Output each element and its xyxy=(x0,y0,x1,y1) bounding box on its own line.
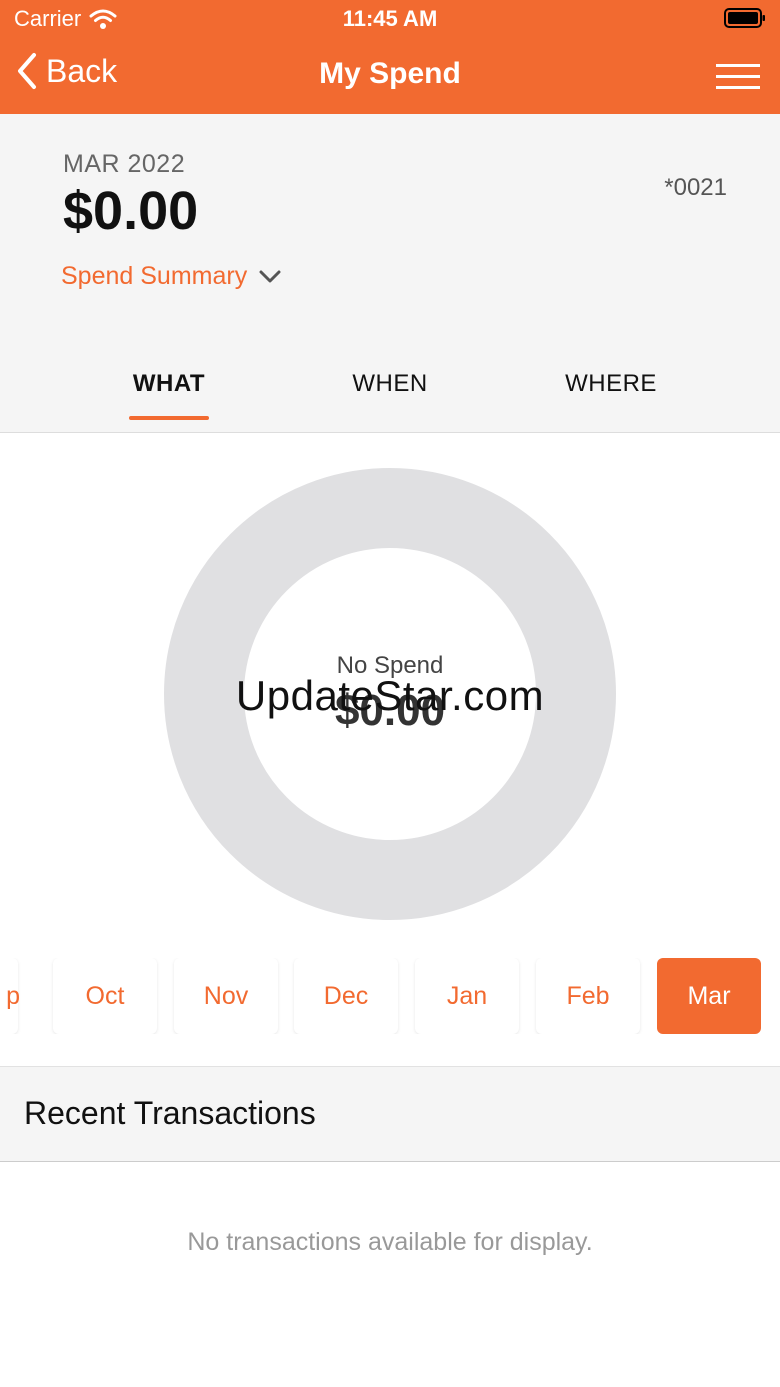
spend-summary-dropdown[interactable]: Spend Summary xyxy=(61,262,281,291)
month-label: Oct xyxy=(85,981,125,1010)
status-time: 11:45 AM xyxy=(342,6,438,31)
month-item-jan[interactable]: Jan xyxy=(415,958,519,1034)
chevron-down-icon xyxy=(259,270,281,282)
hamburger-menu-icon[interactable] xyxy=(716,64,760,90)
month-item-nov[interactable]: Nov xyxy=(174,958,278,1034)
month-label: Feb xyxy=(566,981,610,1010)
account-number: *0021 xyxy=(664,174,727,201)
month-label: p xyxy=(6,982,20,1010)
total-amount: $0.00 xyxy=(63,181,199,241)
month-item-oct[interactable]: Oct xyxy=(53,958,157,1034)
tab-bar: WHAT WHEN WHERE xyxy=(0,366,780,432)
period-label: MAR 2022 xyxy=(63,150,186,178)
tab-active-indicator xyxy=(129,416,209,420)
tab-what[interactable]: WHAT xyxy=(109,370,229,420)
month-label: Mar xyxy=(687,981,731,1010)
month-label: Dec xyxy=(323,981,369,1010)
tab-when[interactable]: WHEN xyxy=(330,370,450,398)
month-item-feb[interactable]: Feb xyxy=(536,958,640,1034)
recent-transactions-header: Recent Transactions xyxy=(0,1066,780,1162)
month-item-dec[interactable]: Dec xyxy=(294,958,398,1034)
watermark: UpdateStar.com xyxy=(235,672,545,719)
tab-where[interactable]: WHERE xyxy=(546,370,676,398)
tab-where-label: WHERE xyxy=(565,370,657,397)
recent-transactions-title: Recent Transactions xyxy=(24,1095,316,1131)
month-selector: p Oct Nov Dec Jan Feb Mar xyxy=(0,958,780,1034)
month-label: Nov xyxy=(203,981,249,1010)
spend-summary-panel: MAR 2022 $0.00 *0021 Spend Summary WHAT … xyxy=(0,114,780,433)
spend-summary-label: Spend Summary xyxy=(61,262,248,290)
battery-icon xyxy=(724,8,765,28)
month-label: Jan xyxy=(446,981,488,1010)
tab-when-label: WHEN xyxy=(352,370,428,397)
month-item-sep[interactable]: p xyxy=(0,958,20,1034)
page-title: My Spend xyxy=(319,57,461,90)
tab-what-label: WHAT xyxy=(132,370,206,397)
empty-transactions-message: No transactions available for display. xyxy=(187,1228,593,1256)
month-item-mar[interactable]: Mar xyxy=(657,958,761,1034)
top-bar: Carrier 11:45 AM Back My Spend xyxy=(0,0,780,114)
